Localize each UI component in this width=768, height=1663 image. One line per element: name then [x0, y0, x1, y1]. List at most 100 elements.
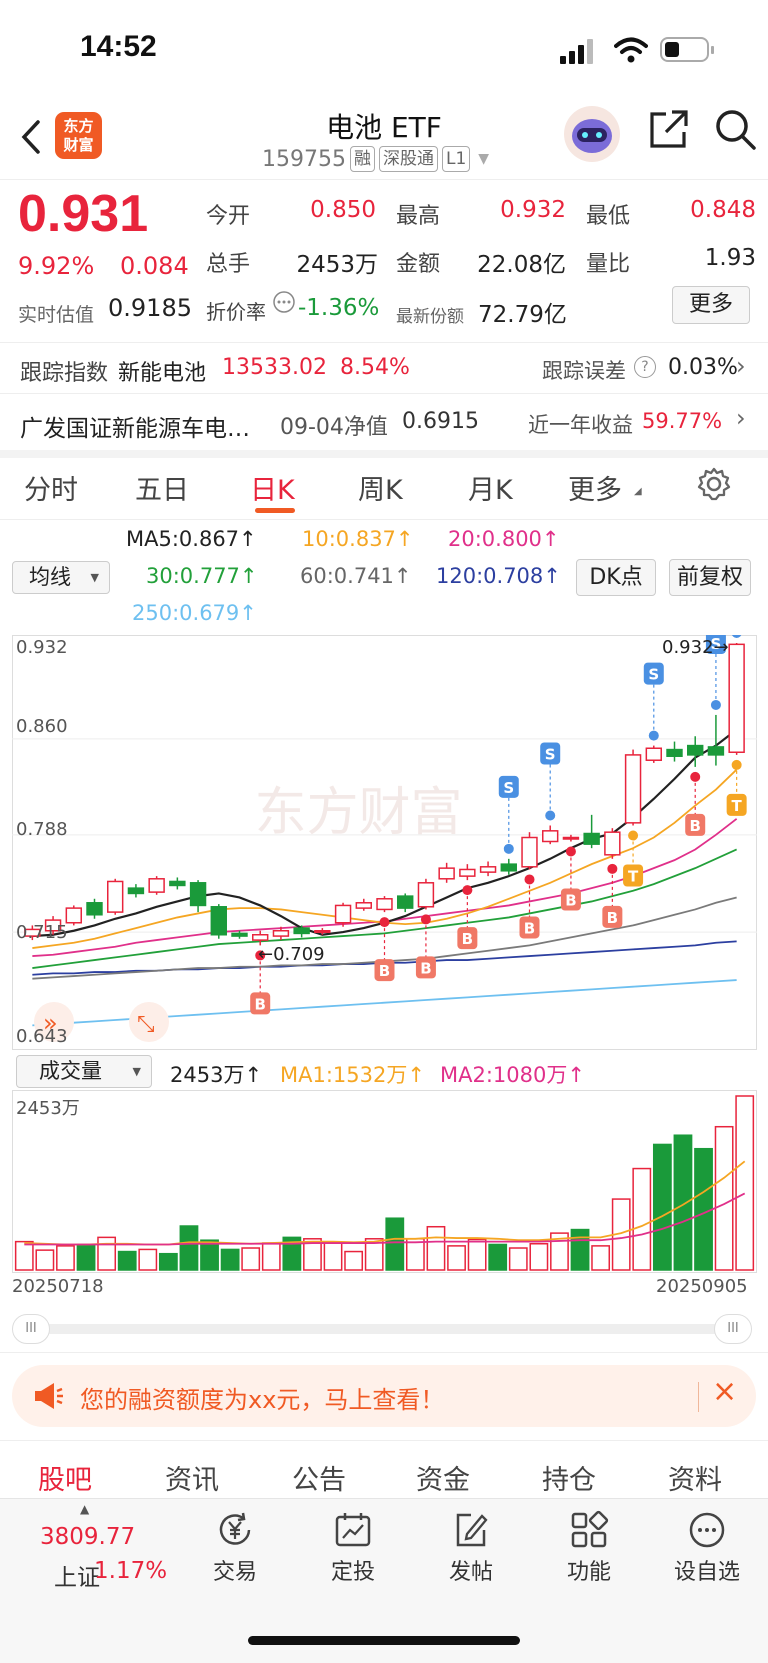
tracking-error-label: 跟踪误差	[542, 359, 626, 383]
volume-bar	[508, 1247, 528, 1271]
signal-label: S	[648, 666, 659, 684]
volume-bar	[344, 1250, 364, 1271]
signal-label: T	[628, 868, 639, 886]
legend-ma30: 30:0.777↑	[146, 564, 258, 588]
megaphone-icon	[35, 1383, 63, 1409]
tab-profile[interactable]: 资料	[668, 1458, 722, 1497]
volume-axis-top: 2453万	[16, 1098, 80, 1119]
close-icon[interactable]: ×	[712, 1374, 737, 1409]
tab-news[interactable]: 资讯	[165, 1458, 219, 1497]
tab-active-indicator	[255, 508, 295, 513]
tab-guba[interactable]: 股吧	[38, 1458, 92, 1497]
fund-nav-value: 0.6915	[402, 409, 479, 434]
x-axis-end: 20250905	[656, 1276, 748, 1297]
range-track[interactable]	[30, 1324, 730, 1334]
candle-body	[148, 878, 165, 893]
trade-yen-icon	[219, 1512, 251, 1545]
fund-name[interactable]: 广发国证新能源车电…	[20, 409, 250, 443]
tab-monthly-k[interactable]: 月K	[468, 468, 513, 507]
candle	[417, 878, 435, 910]
robot-assistant-icon[interactable]	[562, 104, 622, 164]
candle-body	[210, 906, 227, 936]
section-gap	[0, 450, 768, 458]
fullscreen-icon: ⤡	[137, 1012, 155, 1037]
candle	[65, 905, 82, 926]
more-button[interactable]: 更多	[672, 286, 750, 324]
open-label: 今开	[206, 204, 251, 229]
low-value: 0.848	[690, 197, 756, 223]
indicator-selector[interactable]: 成交量 ▼	[16, 1055, 152, 1088]
tab-announcement[interactable]: 公告	[292, 1458, 346, 1497]
market-index-value[interactable]: 3809.77	[40, 1524, 135, 1550]
settings-gear-icon[interactable]	[696, 466, 732, 502]
tab-five-day[interactable]: 五日	[135, 468, 189, 507]
chevron-right-icon[interactable]: ›	[736, 352, 746, 380]
nav-invest-plan[interactable]: 定投	[298, 1510, 408, 1586]
volume-bar	[35, 1249, 55, 1271]
tab-daily-k[interactable]: 日K	[250, 468, 295, 507]
chevron-right-icon[interactable]: ›	[736, 404, 746, 432]
candle	[189, 880, 207, 913]
volume-bar	[323, 1241, 343, 1271]
candle-body	[562, 836, 580, 840]
candle-body	[604, 831, 621, 856]
nav-trade[interactable]: 交易	[180, 1510, 290, 1586]
range-right-handle[interactable]: III	[714, 1314, 752, 1344]
volume-bar	[591, 1245, 611, 1271]
tab-weekly-k[interactable]: 周K	[358, 468, 403, 507]
signal-label: B	[379, 962, 390, 980]
range-left-handle[interactable]: III	[12, 1314, 50, 1344]
legend-ma60: 60:0.741↑	[300, 564, 412, 588]
signal-dot	[648, 730, 659, 741]
price-axis-top: 0.932	[16, 637, 68, 658]
high-value: 0.932	[500, 197, 566, 223]
low-annotation: ←0.709	[258, 944, 325, 965]
candle	[355, 898, 372, 911]
candle-body	[687, 744, 704, 756]
nav-functions[interactable]: 功能	[534, 1510, 644, 1586]
tab-more[interactable]: 更多	[568, 468, 622, 507]
volume-bar	[56, 1245, 75, 1271]
tag-connect: 深股通	[378, 146, 438, 172]
signal-dot	[628, 830, 639, 841]
more-circle-icon	[689, 1512, 725, 1548]
price-axis-mid2: 0.788	[16, 819, 68, 840]
volume-bar	[97, 1236, 117, 1271]
candle-body	[231, 932, 248, 937]
nav-add-watchlist[interactable]: 设自选	[652, 1510, 762, 1586]
more-dots-icon[interactable]	[272, 290, 296, 314]
volume-chart[interactable]	[12, 1090, 757, 1273]
signal-label: B	[689, 817, 700, 835]
promo-text[interactable]: 您的融资额度为xx元，马上查看！	[80, 1380, 444, 1415]
candle	[438, 862, 455, 883]
dk-point-button[interactable]: DK点	[576, 559, 656, 596]
candle	[624, 749, 642, 826]
signal-label: B	[607, 909, 618, 927]
adjust-button[interactable]: 前复权	[669, 559, 751, 596]
candle-body	[438, 867, 455, 880]
candle-body	[334, 904, 352, 924]
share-icon[interactable]	[648, 108, 690, 150]
candle	[397, 893, 414, 913]
volume-bar	[138, 1248, 158, 1271]
status-time: 14:52	[80, 30, 157, 63]
tab-intraday[interactable]: 分时	[24, 468, 78, 507]
stock-code-row[interactable]: 159755 融 深股通 L1 ▼	[262, 146, 489, 172]
tracking-index-name[interactable]: 新能电池	[118, 355, 206, 387]
divider	[0, 519, 768, 520]
change-amount: 0.084	[120, 252, 189, 280]
tab-fund-flow[interactable]: 资金	[416, 1458, 470, 1497]
candle-body	[314, 930, 331, 934]
search-icon[interactable]	[714, 108, 758, 152]
volume-bar	[158, 1252, 178, 1271]
ma-selector[interactable]: 均线 ▼	[12, 561, 110, 594]
candlestick-chart[interactable]: 东方财富BBBBBBBBSSSSSTT»⤡	[12, 635, 757, 1050]
nav-post[interactable]: 发帖	[416, 1510, 526, 1586]
tab-holdings[interactable]: 持仓	[542, 1458, 596, 1497]
volume-label: 总手	[206, 252, 251, 277]
grid-icon	[571, 1510, 609, 1548]
help-icon[interactable]: ?	[634, 356, 656, 378]
amount-label: 金额	[396, 252, 441, 277]
volume-bar	[385, 1217, 405, 1271]
fund-nav-label: 09-04净值	[280, 415, 388, 440]
